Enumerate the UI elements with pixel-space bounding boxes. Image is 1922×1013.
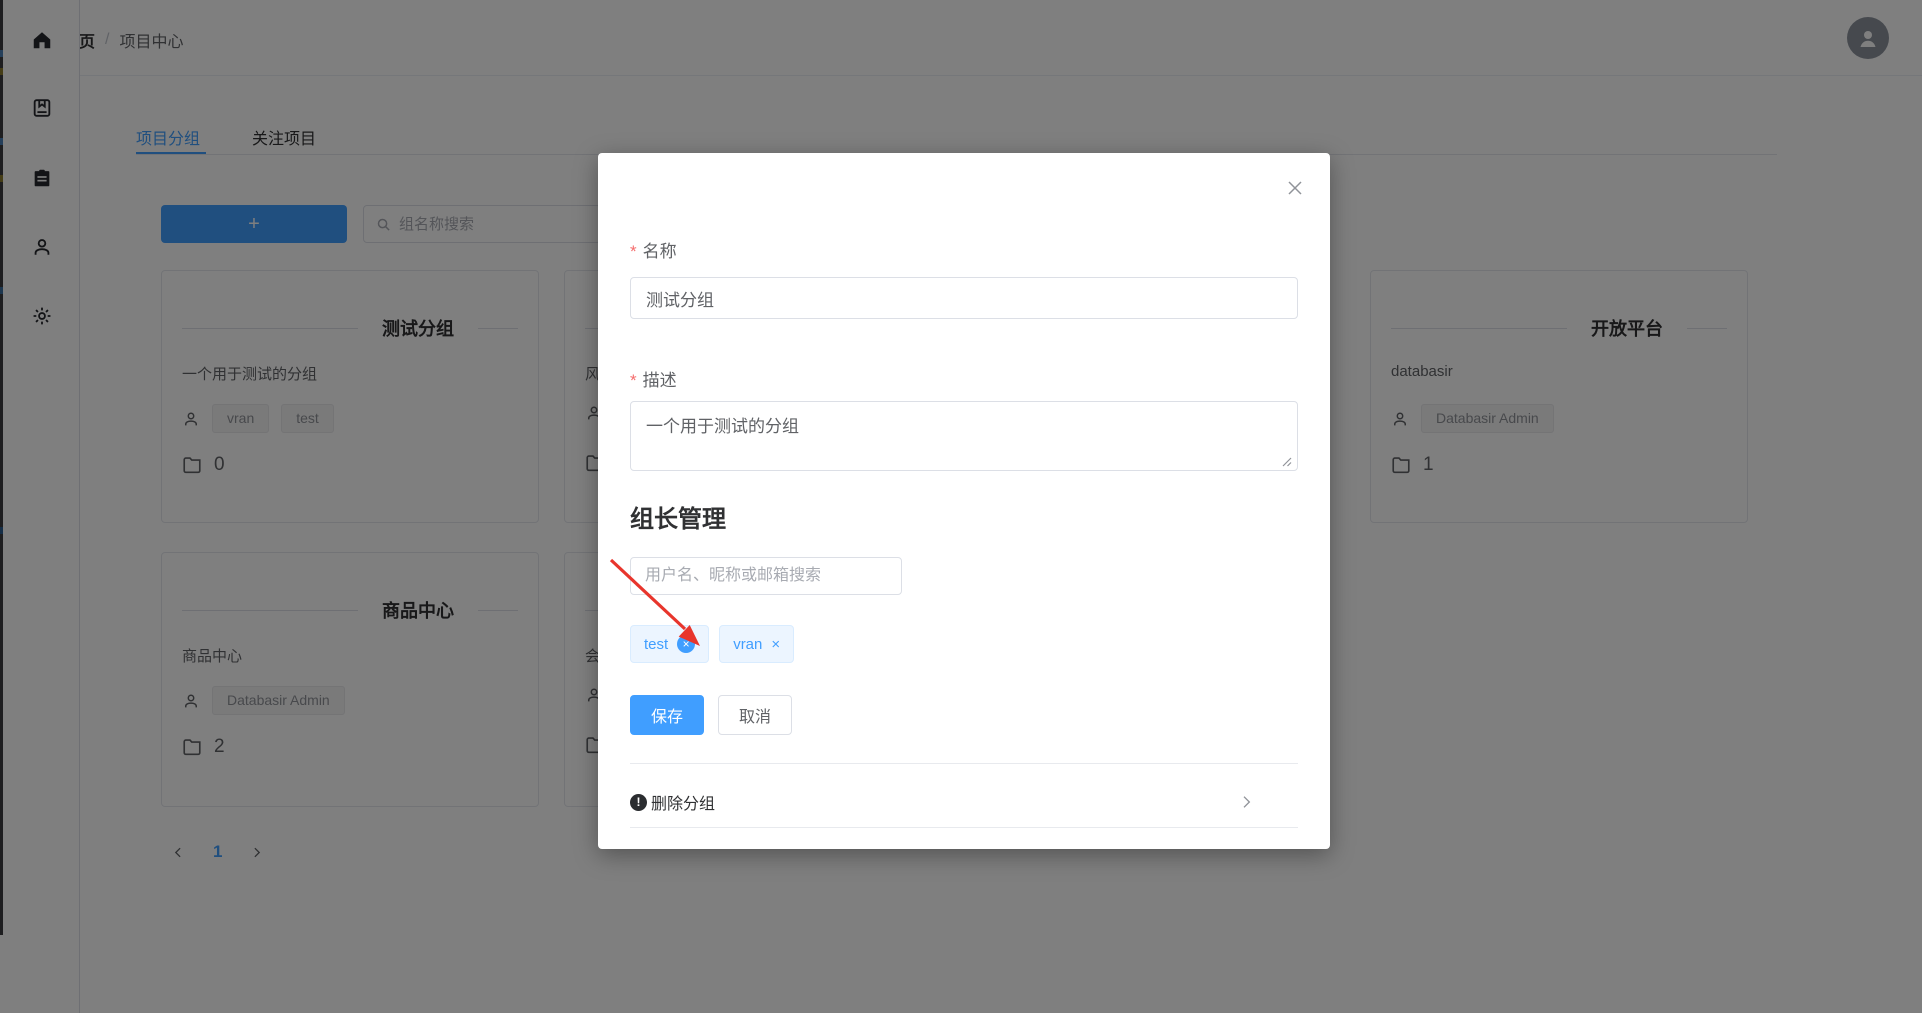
leader-tag-test[interactable]: test × bbox=[630, 625, 709, 663]
circle-close-icon[interactable]: × bbox=[677, 635, 695, 653]
description-field[interactable]: 一个用于测试的分组 bbox=[630, 401, 1298, 471]
required-mark: * bbox=[630, 242, 637, 261]
delete-group-row[interactable]: ! 删除分组 bbox=[630, 787, 1298, 817]
edit-group-dialog: *名称 *描述 一个用于测试的分组 组长管理 test × vran × 保存 … bbox=[598, 153, 1330, 849]
chevron-right-icon bbox=[1238, 794, 1254, 810]
dialog-divider bbox=[630, 763, 1298, 764]
name-field[interactable] bbox=[630, 277, 1298, 319]
member-search-input[interactable] bbox=[630, 557, 902, 595]
delete-group-label: 删除分组 bbox=[651, 790, 715, 814]
cancel-button[interactable]: 取消 bbox=[718, 695, 792, 735]
name-field-label: *名称 bbox=[630, 237, 677, 262]
leader-tag-vran[interactable]: vran × bbox=[719, 625, 794, 663]
save-button[interactable]: 保存 bbox=[630, 695, 704, 735]
selected-leader-tags: test × vran × bbox=[630, 625, 794, 663]
leader-management-title: 组长管理 bbox=[630, 499, 726, 534]
dialog-divider bbox=[630, 827, 1298, 828]
required-mark: * bbox=[630, 371, 637, 390]
close-icon[interactable] bbox=[1286, 179, 1304, 197]
description-field-label: *描述 bbox=[630, 366, 677, 391]
app-root: 首页 / 项目中心 项目分组 关注项目 + 测试分组 一个用于测试的分组 bbox=[0, 0, 1922, 1013]
dialog-actions: 保存 取消 bbox=[630, 695, 792, 735]
close-icon[interactable]: × bbox=[771, 637, 780, 652]
warning-filled-icon: ! bbox=[630, 794, 647, 811]
